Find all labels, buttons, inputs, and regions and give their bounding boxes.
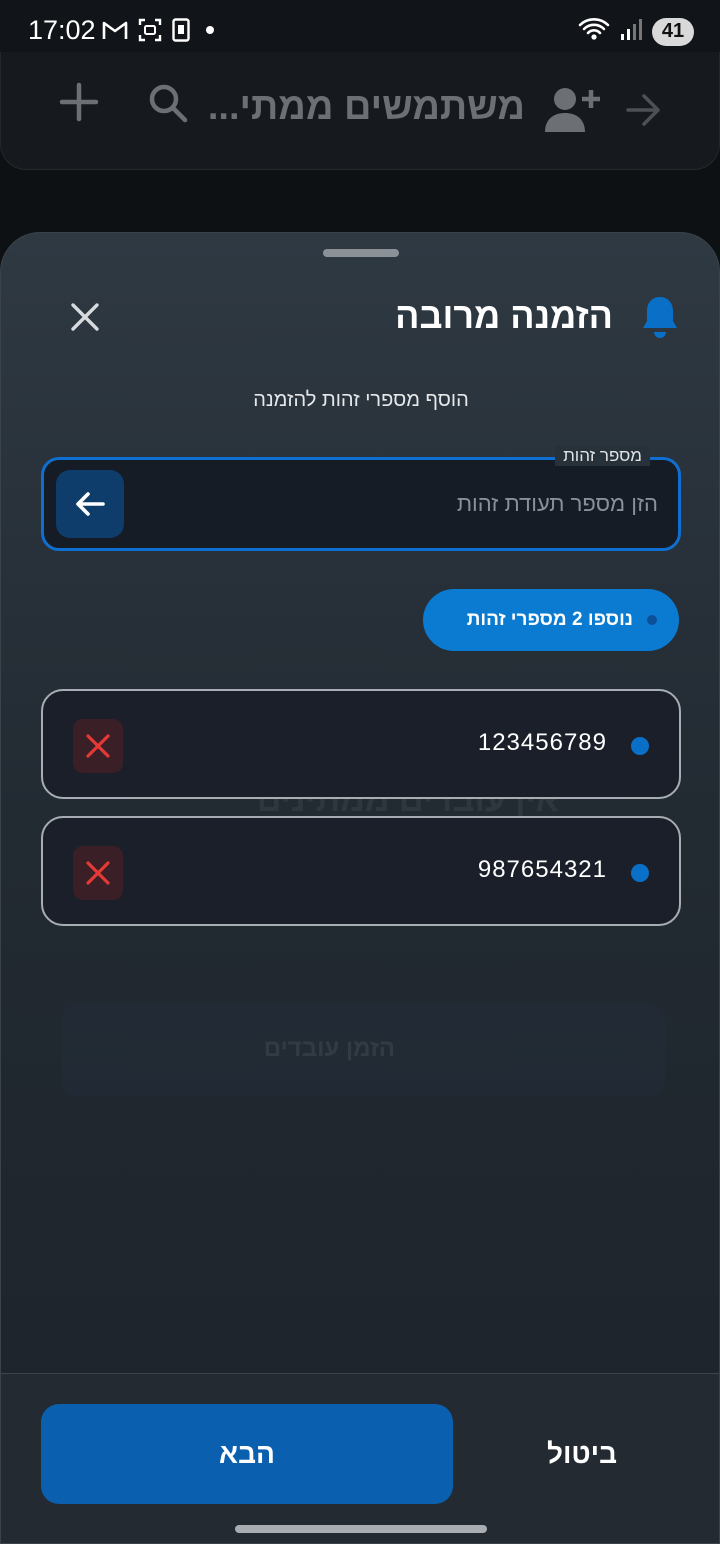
id-list-item: 987654321	[41, 816, 681, 926]
sheet-subtitle: הוסף מספרי זהות להזמנה	[253, 389, 469, 411]
screenshot-icon	[138, 18, 162, 47]
next-button[interactable]: הבא	[41, 1404, 453, 1504]
bell-icon	[641, 295, 679, 344]
id-number-field: מספר זהות	[41, 446, 681, 551]
added-count-chip: נוספו 2 מספרי זהות	[423, 589, 679, 651]
status-time: 17:02	[28, 15, 96, 45]
bulk-invite-sheet: אין עובדים ממתינים הזמן עובדים הזמנה מרו…	[0, 232, 720, 1544]
added-count-text: נוספו 2 מספרי זהות	[466, 609, 633, 630]
arrow-left-icon	[76, 492, 105, 516]
remove-x-icon	[86, 734, 110, 758]
close-icon	[71, 303, 99, 331]
sheet-title: הזמנה מרובה	[395, 295, 613, 336]
gmail-icon	[102, 19, 128, 46]
home-indicator[interactable]	[235, 1525, 487, 1533]
remove-id-button[interactable]	[73, 846, 123, 900]
id-number-input[interactable]	[138, 482, 658, 526]
cancel-button[interactable]: ביטול	[497, 1404, 667, 1504]
wifi-icon	[578, 16, 610, 47]
id-value: 987654321	[477, 856, 607, 883]
add-id-button[interactable]	[56, 470, 124, 538]
id-field-label: מספר זהות	[555, 446, 650, 466]
id-bullet	[631, 864, 649, 882]
status-notification-icons	[102, 18, 220, 47]
battery-indicator: 41	[652, 17, 694, 46]
id-bullet	[631, 737, 649, 755]
chip-dot	[647, 615, 657, 625]
status-system-icons: 41	[578, 16, 694, 47]
id-list-item: 123456789	[41, 689, 681, 799]
remove-x-icon	[86, 861, 110, 885]
remove-id-button[interactable]	[73, 719, 123, 773]
sheet-footer: הבא ביטול	[1, 1373, 719, 1543]
id-value: 123456789	[477, 729, 607, 756]
sim-icon	[172, 18, 190, 47]
ghost-invite-button: הזמן עובדים	[61, 1003, 665, 1097]
ghost-invite-label: הזמן עובדים	[263, 1035, 395, 1062]
dot-icon	[200, 20, 220, 45]
drag-handle[interactable]	[323, 249, 399, 257]
close-button[interactable]	[65, 297, 105, 337]
signal-icon	[620, 17, 642, 46]
